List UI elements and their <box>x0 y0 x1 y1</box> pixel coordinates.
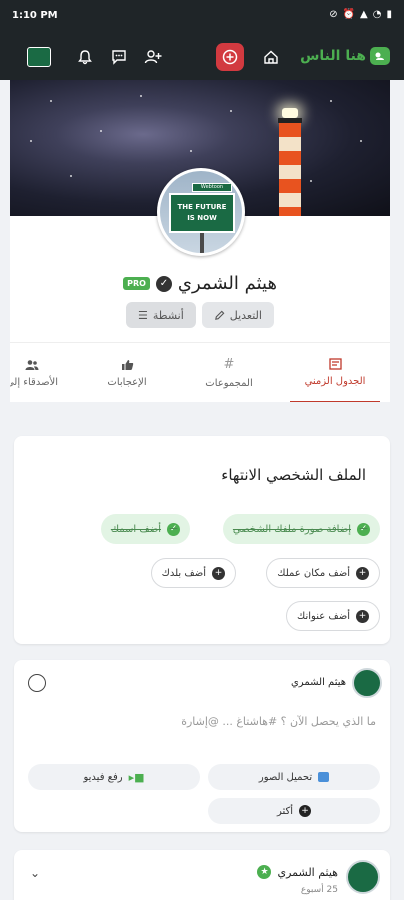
tab-likes[interactable]: الإعجابات <box>82 343 172 402</box>
tab-label: الأصدقاء إلى <box>10 376 59 388</box>
avatar-sign-line2: IS NOW <box>187 214 217 222</box>
video-icon: ■▸ <box>128 770 145 784</box>
status-bar: 1:10 PM ⊘ ⏰ ▲ ◔ ▮ <box>0 0 404 34</box>
plus-icon: + <box>356 609 369 623</box>
pro-badge: PRO <box>123 277 150 290</box>
composer-user-name: هيثم الشمري <box>290 677 346 688</box>
image-icon <box>318 772 330 782</box>
profile-name: هيثم الشمري <box>177 273 277 294</box>
chip-label: أضف مكان عملك <box>277 567 350 579</box>
bell-icon[interactable] <box>72 44 98 70</box>
home-icon[interactable] <box>258 44 284 70</box>
add-friend-icon[interactable] <box>140 44 166 70</box>
chip-label: أضف عنوانك <box>297 610 350 622</box>
completion-title: الملف الشخصي الانتهاء <box>221 466 366 484</box>
mute-icon: ⊘ <box>329 9 338 20</box>
user-avatar-button[interactable] <box>26 44 52 70</box>
plus-icon: + <box>299 805 312 817</box>
brand-name: هنا الناس <box>300 48 366 64</box>
post-card: هيثم الشمري ★ 25 أسبوع ⌄ <box>14 850 390 900</box>
chat-icon[interactable] <box>106 44 132 70</box>
avatar-sign: THE FUTURE IS NOW <box>169 193 235 233</box>
tab-timeline[interactable]: الجدول الزمني <box>290 343 380 402</box>
button-label: تحميل الصور <box>258 771 313 783</box>
avatar <box>352 668 382 698</box>
chip-label: أضف بلدك <box>161 567 206 579</box>
profile-card: Webtoon THE FUTURE IS NOW هيثم الشمري ✓ … <box>10 80 390 402</box>
tab-label: الإعجابات <box>107 376 147 388</box>
check-icon: ✓ <box>167 522 180 536</box>
post-composer: هيثم الشمري ما الذي يحصل الآن ؟ #هاشتاغ … <box>14 660 390 832</box>
post-author[interactable]: هيثم الشمري ★ <box>257 865 338 879</box>
check-icon: ✓ <box>357 522 370 536</box>
tab-label: الجدول الزمني <box>304 375 366 387</box>
add-icon <box>222 49 238 65</box>
verified-icon: ✓ <box>155 275 172 292</box>
timeline-icon <box>328 357 342 370</box>
plus-icon: + <box>212 566 225 580</box>
star-icon: ★ <box>257 865 272 879</box>
chevron-down-icon[interactable]: ⌄ <box>30 866 40 880</box>
friends-icon <box>25 359 39 370</box>
top-navigation: هنا الناس <box>0 34 404 80</box>
activities-label: أنشطة <box>152 308 184 322</box>
edit-profile-button[interactable]: التعديل <box>201 302 274 328</box>
alarm-icon: ⏰ <box>342 9 356 20</box>
profile-tabs: الجدول الزمني # المجموعات الإعجابات الأص… <box>10 342 390 402</box>
battery-icon: ▮ <box>386 9 392 20</box>
upload-photos-button[interactable]: تحميل الصور <box>208 764 380 790</box>
activities-button[interactable]: أنشطة ☰ <box>126 302 196 328</box>
logo-icon <box>370 47 390 65</box>
button-label: أكثر <box>276 805 294 817</box>
avatar <box>27 47 51 67</box>
pencil-icon <box>214 310 225 320</box>
chip-add-workplace[interactable]: + أضف مكان عملك <box>266 558 380 588</box>
avatar-sign-top: Webtoon <box>192 183 232 192</box>
lighthouse-image <box>273 108 307 216</box>
brand-logo[interactable]: هنا الناس <box>300 47 390 65</box>
chip-add-photo[interactable]: ✓ إضافة صورة ملفك الشخصي <box>222 514 380 544</box>
status-time: 1:10 PM <box>12 10 58 21</box>
edit-label: التعديل <box>229 308 262 322</box>
chip-label: أضف اسمك <box>110 523 161 535</box>
avatar-sign-line1: THE FUTURE <box>177 203 227 211</box>
chip-label: إضافة صورة ملفك الشخصي <box>232 523 351 535</box>
author-name: هيثم الشمري <box>277 865 338 879</box>
more-button[interactable]: + أكثر <box>208 798 380 824</box>
status-icons: ⊘ ⏰ ▲ ◔ ▮ <box>329 9 392 20</box>
chip-add-address[interactable]: + أضف عنوانك <box>286 601 380 631</box>
list-icon: ☰ <box>138 308 148 322</box>
tab-friends[interactable]: الأصدقاء إلى <box>10 343 80 402</box>
avatar[interactable] <box>346 860 380 894</box>
hashtag-icon: # <box>223 357 235 372</box>
profile-actions: التعديل أنشطة ☰ <box>10 302 390 328</box>
chip-add-name[interactable]: ✓ أضف اسمك <box>100 514 190 544</box>
profile-name-row: هيثم الشمري ✓ PRO <box>10 273 390 294</box>
profile-avatar[interactable]: Webtoon THE FUTURE IS NOW <box>157 168 245 256</box>
upload-video-button[interactable]: ■▸ رفع فيديو <box>28 764 200 790</box>
plus-icon: + <box>356 566 369 580</box>
profile-completion-card: الملف الشخصي الانتهاء ✓ إضافة صورة ملفك … <box>14 436 390 644</box>
button-label: رفع فيديو <box>83 771 123 783</box>
post-time: 25 أسبوع <box>300 885 338 895</box>
smiley-icon[interactable] <box>28 674 46 692</box>
tab-groups[interactable]: # المجموعات <box>184 343 274 402</box>
signal-icon: ▲ <box>360 9 368 20</box>
composer-input[interactable]: ما الذي يحصل الآن ؟ #هاشتاغ ... @إشارة <box>181 715 376 728</box>
add-post-button[interactable] <box>216 43 244 71</box>
thumbs-up-icon <box>121 359 133 370</box>
tab-label: المجموعات <box>205 378 253 389</box>
chip-add-country[interactable]: + أضف بلدك <box>150 558 236 588</box>
wifi-icon: ◔ <box>372 9 382 20</box>
